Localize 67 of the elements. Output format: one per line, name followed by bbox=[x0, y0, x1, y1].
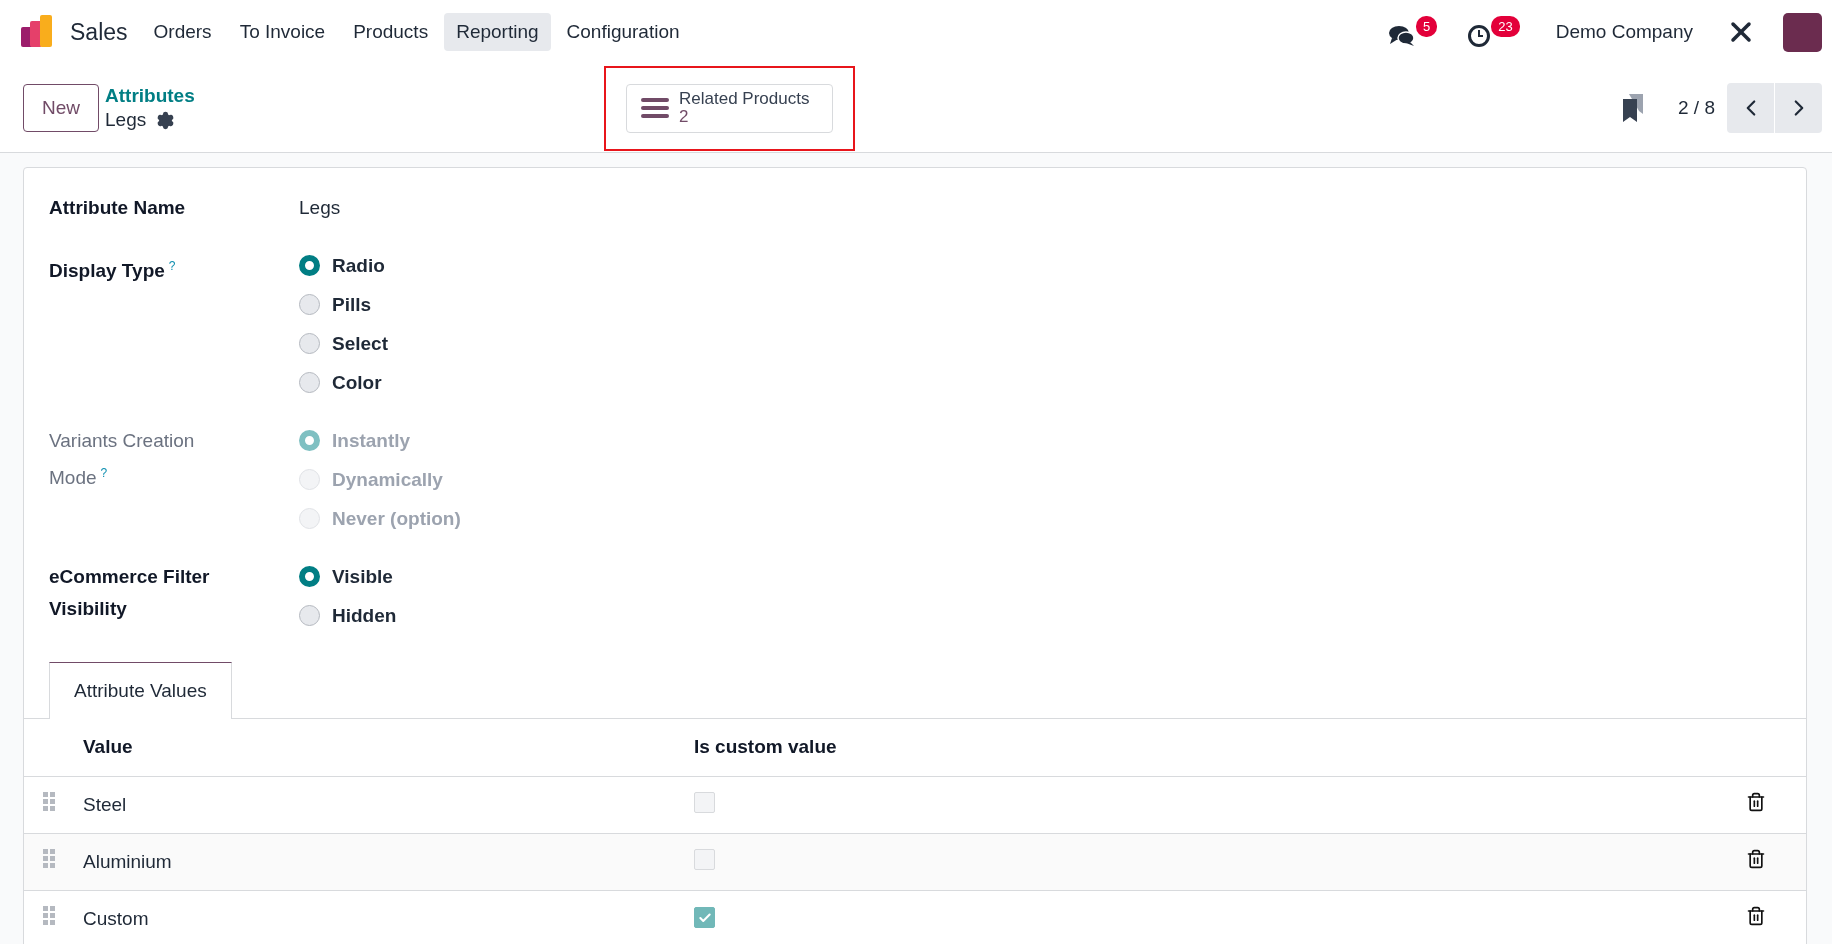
help-mark[interactable]: ? bbox=[168, 259, 176, 273]
field-value: Legs bbox=[299, 196, 342, 220]
delete-button[interactable] bbox=[1746, 849, 1766, 869]
settings-icon[interactable] bbox=[156, 110, 176, 130]
user-avatar[interactable] bbox=[1783, 12, 1822, 52]
record-title: Legs bbox=[105, 109, 147, 131]
counter-badge: 23 bbox=[1491, 16, 1520, 37]
messages-button[interactable] bbox=[1388, 24, 1416, 48]
menu-item[interactable]: Orders bbox=[141, 13, 224, 51]
radio-label: Pills bbox=[332, 293, 372, 316]
smart-button-label: Related Products bbox=[679, 90, 810, 108]
previous-button[interactable] bbox=[1727, 83, 1774, 133]
radio-button[interactable] bbox=[299, 333, 320, 354]
table-cell: Aluminium bbox=[83, 850, 172, 872]
new-button[interactable]: New bbox=[23, 84, 99, 132]
drag-handle-icon[interactable] bbox=[43, 792, 55, 812]
checkbox[interactable] bbox=[694, 907, 715, 929]
menu-item[interactable]: Products bbox=[341, 13, 441, 51]
table-cell: Steel bbox=[83, 793, 127, 815]
activities-button[interactable] bbox=[1467, 24, 1492, 48]
radio-label: Color bbox=[332, 371, 382, 394]
field-label: Variants Creation Mode $^{?}$ bbox=[49, 429, 196, 491]
field-label: Display Type $^{?}$ bbox=[49, 258, 177, 284]
menu-item[interactable]: Configuration bbox=[554, 13, 692, 51]
menu-item[interactable]: To Invoice bbox=[227, 13, 338, 51]
drag-handle-icon[interactable] bbox=[43, 849, 55, 869]
drag-handle-icon[interactable] bbox=[43, 906, 55, 926]
app-logo-icon bbox=[21, 15, 55, 49]
radio-button[interactable] bbox=[299, 255, 320, 276]
radio-label: Instantly bbox=[332, 429, 411, 452]
related-products-button[interactable]: Related Products 2 bbox=[626, 83, 833, 133]
trash-icon bbox=[1746, 849, 1766, 869]
field-label: eCommerce Filter Visibility bbox=[49, 565, 211, 621]
field-label: Attribute Name bbox=[49, 196, 187, 220]
clock-icon bbox=[1467, 24, 1492, 48]
table-cell: Custom bbox=[83, 907, 149, 929]
radio-button[interactable] bbox=[299, 605, 320, 626]
column-header[interactable]: Value bbox=[83, 736, 133, 758]
trash-icon bbox=[1746, 792, 1766, 812]
notebook-tab[interactable]: Attribute Values bbox=[49, 662, 232, 719]
radio-label: Visible bbox=[332, 565, 393, 588]
radio-label: Radio bbox=[332, 254, 385, 277]
checkbox[interactable] bbox=[694, 791, 715, 813]
radio-label: Never (option) bbox=[332, 507, 461, 530]
chat-bubbles-icon bbox=[1388, 24, 1416, 48]
checkbox[interactable] bbox=[694, 848, 715, 870]
radio-label: Select bbox=[332, 332, 388, 355]
bookmarks-icon bbox=[1622, 94, 1644, 122]
smart-button-count: 2 bbox=[679, 108, 690, 126]
trash-icon bbox=[1746, 906, 1766, 926]
column-header[interactable]: Is custom value bbox=[694, 736, 837, 758]
next-button[interactable] bbox=[1775, 83, 1822, 133]
delete-button[interactable] bbox=[1746, 906, 1766, 926]
breadcrumb-link[interactable]: Attributes bbox=[105, 85, 195, 107]
radio-button[interactable] bbox=[299, 294, 320, 315]
radio-button[interactable] bbox=[299, 372, 320, 393]
app-name[interactable]: Sales bbox=[70, 18, 128, 46]
radio-label: Dynamically bbox=[332, 468, 443, 491]
menu-item[interactable]: Reporting bbox=[444, 13, 551, 51]
company-switcher[interactable]: Demo Company bbox=[1549, 20, 1699, 44]
check-icon bbox=[697, 910, 712, 925]
list-icon bbox=[641, 96, 669, 120]
counter-badge: 5 bbox=[1416, 16, 1438, 37]
radio-button[interactable] bbox=[299, 566, 320, 587]
delete-button[interactable] bbox=[1746, 792, 1766, 812]
radio-label: Hidden bbox=[332, 604, 397, 627]
pager-value[interactable]: 2 / 8 bbox=[1678, 97, 1715, 119]
